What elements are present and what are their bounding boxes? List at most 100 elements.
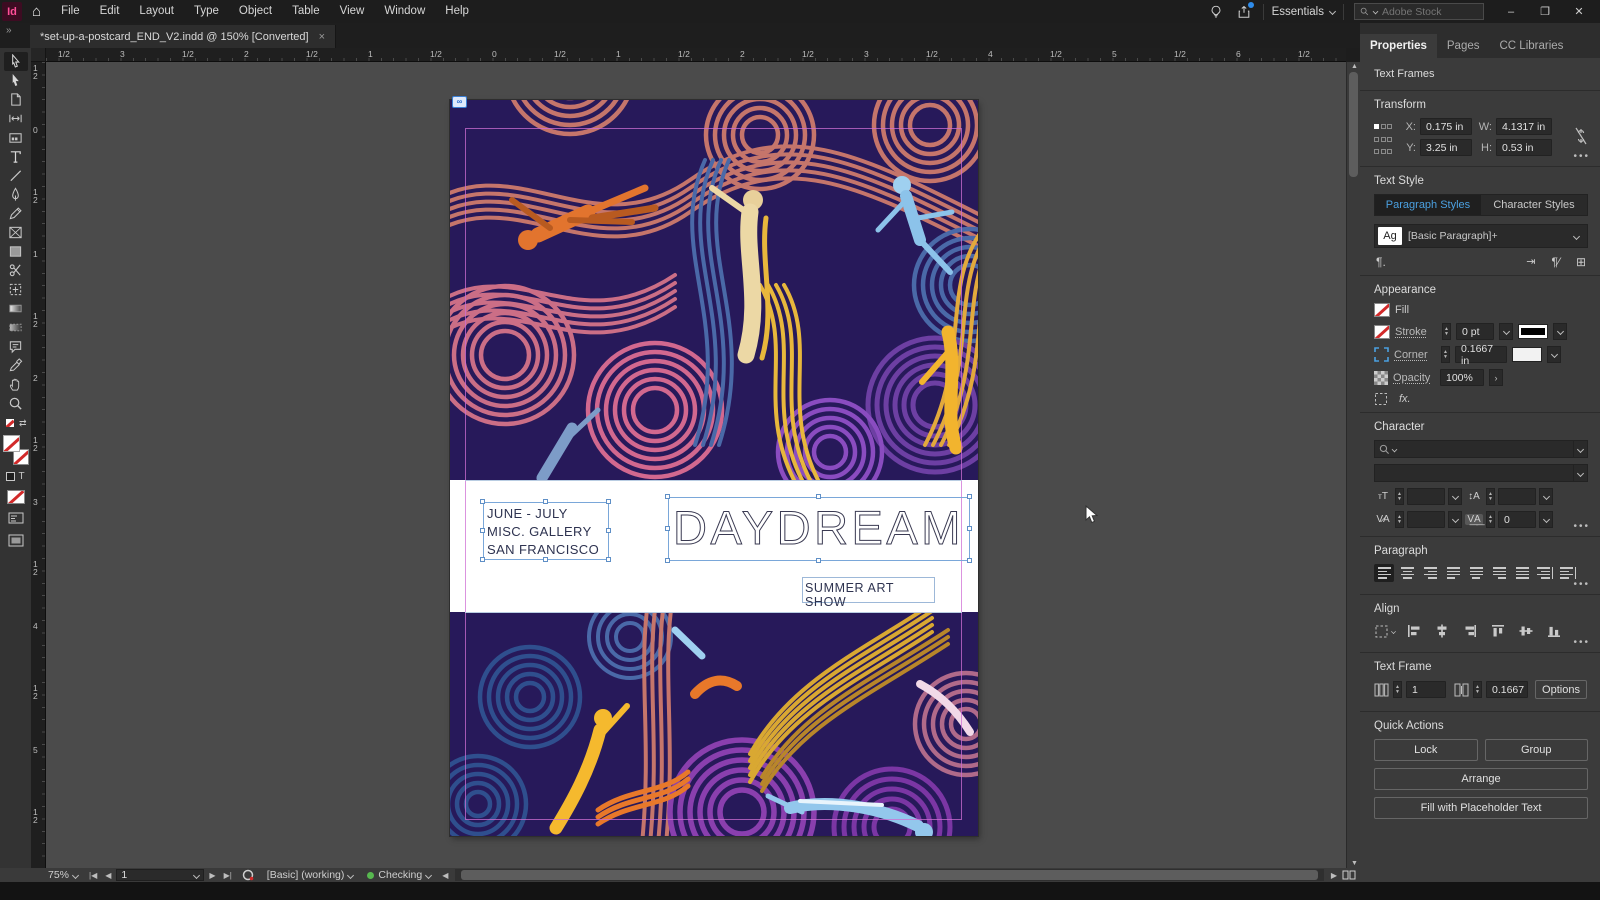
gradient-swatch-tool[interactable] [4,299,28,318]
columns-stepper[interactable]: ▲ ▼ [1393,681,1402,698]
stroke-color-swatch[interactable] [1374,325,1390,339]
linked-image-badge-icon[interactable]: ∞ [452,96,467,108]
stock-search[interactable] [1354,3,1484,20]
page-tool[interactable] [4,90,28,109]
horizontal-ruler[interactable]: 1/231/221/211/201/211/221/231/241/251/26… [46,48,1346,62]
justify-all-button[interactable] [1512,564,1532,582]
align-more-options[interactable]: ••• [1573,637,1590,648]
paragraph-more-options[interactable]: ••• [1573,579,1590,590]
stroke-type-dropdown[interactable] [1553,323,1567,340]
horizontal-scrollbar-thumb[interactable] [461,870,1318,880]
postcard-artwork-bottom[interactable] [450,612,978,836]
stroke-weight-field[interactable]: 0 pt [1456,323,1494,340]
text-frame-options-button[interactable]: Options [1535,680,1587,699]
vertical-scrollbar-thumb[interactable] [1349,72,1358,177]
align-right-button-objects[interactable] [1460,622,1480,640]
rectangle-tool[interactable] [4,242,28,261]
previous-page-button[interactable]: ◀ [102,871,114,880]
stroke-type-swatch[interactable] [1518,324,1548,339]
kerning-dropdown[interactable] [1448,511,1462,528]
align-to-select[interactable] [1374,624,1396,639]
tips-lightbulb-icon[interactable] [1207,3,1225,21]
justify-right-button[interactable] [1489,564,1509,582]
menu-file[interactable]: File [51,0,90,23]
page-number-field[interactable]: 1 [116,869,204,881]
selection-handle[interactable] [606,499,611,504]
align-right-button[interactable] [1420,564,1440,582]
selection-handle[interactable] [543,557,548,562]
zoom-tool[interactable] [4,394,28,413]
corner-radius-field[interactable]: 0.1667 in [1455,346,1507,363]
vertical-ruler[interactable]: 1 201 211 221 231 241 251 26 [31,62,46,868]
selection-handle[interactable] [480,557,485,562]
free-transform-tool[interactable] [4,280,28,299]
preflight-profile-select[interactable]: [Basic] (working) [261,868,360,882]
x-field[interactable]: 0.175 in [1420,118,1472,135]
tab-cc-libraries[interactable]: CC Libraries [1490,34,1574,58]
paragraph-styles-tab[interactable]: Paragraph Styles [1375,195,1481,215]
justify-center-button[interactable] [1466,564,1486,582]
gradient-feather-tool[interactable] [4,318,28,337]
content-collector-tool[interactable] [4,128,28,147]
document-tab[interactable]: *set-up-a-postcard_END_V2.indd @ 150% [C… [30,25,336,48]
selection-handle[interactable] [606,557,611,562]
selection-handle[interactable] [480,528,485,533]
gutter-field[interactable]: 0.1667 [1486,681,1528,698]
preflight-status[interactable]: Checking [361,868,437,882]
scroll-left-icon[interactable]: ◀ [439,871,451,880]
align-top-button[interactable] [1488,622,1508,640]
align-bottom-button[interactable] [1544,622,1564,640]
menu-view[interactable]: View [330,0,375,23]
opacity-expand[interactable]: › [1489,369,1503,386]
menu-window[interactable]: Window [374,0,435,23]
menu-table[interactable]: Table [282,0,330,23]
stroke-weight-dropdown[interactable] [1499,323,1513,340]
y-field[interactable]: 3.25 in [1420,139,1472,156]
columns-field[interactable]: 1 [1406,681,1446,698]
search-input[interactable] [1382,6,1478,18]
selection-handle[interactable] [665,558,670,563]
constrain-proportions-icon[interactable] [1574,126,1588,146]
transform-more-options[interactable]: ••• [1573,151,1590,162]
panel-expand-icon[interactable]: » [0,23,30,48]
corner-link[interactable]: Corner [1394,349,1436,361]
selection-handle[interactable] [967,558,972,563]
character-styles-tab[interactable]: Character Styles [1481,195,1587,215]
fill-stroke-swatches[interactable] [3,435,29,465]
fill-color-swatch[interactable] [1374,303,1390,317]
selection-handle[interactable] [816,558,821,563]
selection-tool[interactable] [4,52,28,71]
align-left-button-objects[interactable] [1404,622,1424,640]
h-field[interactable]: 0.53 in [1496,139,1552,156]
effects-fx-button[interactable]: fx. [1399,393,1411,405]
menu-object[interactable]: Object [229,0,282,23]
menu-type[interactable]: Type [184,0,229,23]
leading-field[interactable] [1498,488,1536,505]
title-text-frame[interactable]: DAYDREAM [668,497,970,561]
justify-left-button[interactable] [1443,564,1463,582]
kerning-stepper[interactable]: ▲ ▼ [1395,511,1404,528]
horizontal-scrollbar[interactable] [455,869,1324,881]
corner-radius-stepper[interactable]: ▲ ▼ [1441,346,1450,363]
note-tool[interactable] [4,337,28,356]
menu-help[interactable]: Help [435,0,479,23]
first-page-button[interactable]: |◀ [86,871,100,880]
menu-edit[interactable]: Edit [90,0,130,23]
corner-shape-dropdown[interactable] [1547,346,1561,363]
arrange-button[interactable]: Arrange [1374,768,1588,790]
w-field[interactable]: 4.1317 in [1496,118,1552,135]
reference-point-selector[interactable] [1374,124,1392,160]
font-size-stepper[interactable]: ▲ ▼ [1395,488,1404,505]
gap-tool[interactable] [4,109,28,128]
align-horizontal-center-button[interactable] [1432,622,1452,640]
type-tool[interactable] [4,147,28,166]
apply-none-swatch[interactable] [7,490,25,504]
menu-layout[interactable]: Layout [129,0,184,23]
direct-selection-tool[interactable] [4,71,28,90]
new-style-icon[interactable]: ⊞ [1576,255,1586,269]
character-more-options[interactable]: ••• [1573,521,1590,532]
selection-handle[interactable] [480,499,485,504]
zoom-level-select[interactable]: 75% [42,868,84,882]
home-icon[interactable]: ⌂ [32,3,41,20]
selection-handle[interactable] [606,528,611,533]
